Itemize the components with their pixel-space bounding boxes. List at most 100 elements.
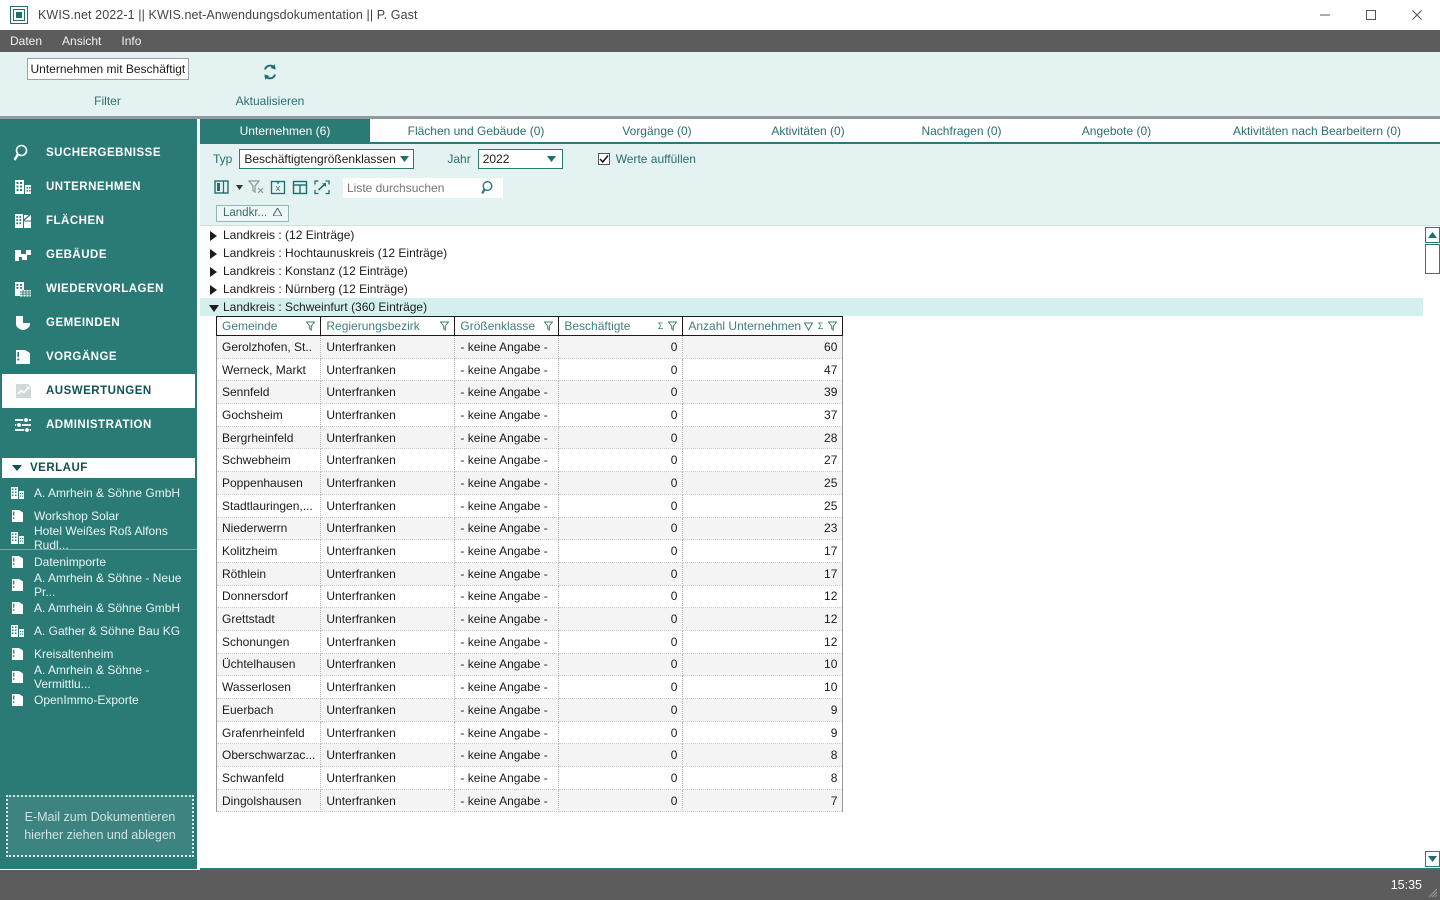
- sidebar-item-vorgaenge[interactable]: VORGÄNGE: [2, 340, 195, 374]
- table-row[interactable]: Euerbach Unterfranken - keine Angabe -09: [215, 698, 844, 722]
- group-row[interactable]: Landkreis : (12 Einträge): [200, 226, 1423, 244]
- sidebar-item-auswertungen[interactable]: AUSWERTUNGEN: [2, 374, 195, 408]
- column-header-beschaeftigte[interactable]: Beschäftigte Σ: [558, 316, 684, 336]
- building-icon: [10, 485, 26, 501]
- werte-auffuellen-checkbox[interactable]: Werte auffüllen: [597, 152, 696, 166]
- list-item[interactable]: OpenImmo-Exporte: [0, 688, 197, 711]
- table-row[interactable]: Schonungen Unterfranken - keine Angabe -01…: [215, 630, 844, 654]
- tab-unternehmen[interactable]: Unternehmen (6): [200, 119, 370, 142]
- resize-grip-icon[interactable]: [1426, 886, 1438, 898]
- table-row[interactable]: Donnersdorf Unterfranken - keine Angabe -0…: [215, 585, 844, 609]
- group-chip-landkreis[interactable]: Landkr...: [216, 204, 290, 222]
- tab-nachfragen[interactable]: Nachfragen (0): [884, 119, 1039, 142]
- filter-icon[interactable]: [544, 321, 554, 331]
- table-row[interactable]: Oberschwarzac... Unterfranken - keine Anga…: [215, 743, 844, 768]
- table-body: Gerolzhofen, St.. Unterfranken - keine Ang…: [215, 335, 844, 813]
- jahr-select[interactable]: 2022: [477, 148, 563, 169]
- sidebar-item-administration[interactable]: ADMINISTRATION: [2, 408, 195, 442]
- search-input[interactable]: [347, 180, 467, 195]
- email-dropzone[interactable]: E-Mail zum Dokumentieren hierher ziehen …: [6, 795, 194, 857]
- list-item[interactable]: Hotel Weißes Roß Alfons Rudl...: [0, 524, 197, 552]
- group-row[interactable]: Landkreis : Konstanz (12 Einträge): [200, 262, 1423, 280]
- group-row-expanded[interactable]: Landkreis : Schweinfurt (360 Einträge): [200, 298, 1423, 316]
- filter-icon[interactable]: [306, 321, 316, 331]
- folder-icon: [10, 508, 26, 524]
- table-row[interactable]: Werneck, Markt Unterfranken - keine Angabe…: [215, 358, 844, 382]
- table-row[interactable]: Bergrheinfeld Unterfranken - keine Angabe …: [215, 426, 844, 450]
- scrollbar-track[interactable]: [1424, 274, 1440, 869]
- table-row[interactable]: Sennfeld Unterfranken - keine Angabe -0 39: [215, 380, 844, 405]
- ribbon-group-refresh-label: Aktualisieren: [235, 94, 305, 108]
- search-input-wrapper[interactable]: [343, 177, 503, 199]
- cell-gemeinde: Wasserlosen: [215, 675, 322, 699]
- sum-icon[interactable]: Σ: [816, 321, 825, 331]
- menu-item-info[interactable]: Info: [119, 33, 143, 49]
- sort-desc-icon[interactable]: [804, 321, 814, 331]
- list-item[interactable]: A. Amrhein & Söhne - Neue Pr...: [0, 571, 197, 599]
- table-row[interactable]: Poppenhausen Unterfranken - keine Angabe -…: [215, 471, 844, 495]
- list-item[interactable]: A. Amrhein & Söhne - Vermittlu...: [0, 663, 197, 691]
- table-row[interactable]: Niederwerrn Unterfranken - keine Angabe -0…: [215, 517, 844, 541]
- table-row[interactable]: Stadtlauringen,... Unterfranken - keine An…: [215, 494, 844, 518]
- scroll-up-button[interactable]: [1424, 227, 1440, 243]
- cell-regierungsbezirk: Unterfranken: [320, 403, 456, 427]
- table-row[interactable]: Üchtelhausen Unterfranken - keine Angabe -…: [215, 653, 844, 677]
- table-row[interactable]: Gerolzhofen, St.. Unterfranken - keine Ang…: [215, 335, 844, 359]
- scrollbar-thumb[interactable]: [1424, 244, 1440, 274]
- table-row[interactable]: Wasserlosen Unterfranken - keine Angabe -0…: [215, 675, 844, 699]
- ribbon-group-refresh[interactable]: Aktualisieren: [215, 52, 325, 108]
- filter-icon[interactable]: [440, 321, 450, 331]
- list-item[interactable]: A. Amrhein & Söhne GmbH: [0, 596, 197, 619]
- column-header-anzahl-unternehmen[interactable]: Anzahl Unternehmen Σ: [682, 316, 844, 336]
- sum-icon[interactable]: Σ: [656, 321, 665, 331]
- table-row[interactable]: Gochsheim Unterfranken - keine Angabe -0 37: [215, 403, 844, 427]
- close-button[interactable]: [1394, 0, 1440, 30]
- tab-angebote[interactable]: Angebote (0): [1039, 119, 1194, 142]
- sidebar-item-gebaeude[interactable]: GEBÄUDE: [2, 238, 195, 272]
- sort-asc-icon[interactable]: [272, 206, 283, 219]
- column-header-gemeinde[interactable]: Gemeinde: [215, 316, 322, 336]
- report-icon[interactable]: [289, 177, 311, 199]
- minimize-button[interactable]: [1302, 0, 1348, 30]
- filter-icon[interactable]: [828, 321, 838, 331]
- table-row[interactable]: Grafenrheinfeld Unterfranken - keine Angab…: [215, 721, 844, 745]
- cell-beschaeftigte: 0: [558, 562, 684, 586]
- clear-filter-icon[interactable]: [245, 177, 267, 199]
- table-row[interactable]: Grettstadt Unterfranken - keine Angabe -01…: [215, 607, 844, 631]
- table-row[interactable]: Kolitzheim Unterfranken - keine Angabe -01…: [215, 539, 844, 563]
- menu-item-ansicht[interactable]: Ansicht: [60, 33, 103, 49]
- filter-icon[interactable]: [668, 321, 678, 331]
- expand-icon[interactable]: [311, 177, 333, 199]
- menu-item-daten[interactable]: Daten: [8, 33, 44, 49]
- sidebar-item-wiedervorlagen[interactable]: WIEDERVORLAGEN: [2, 272, 195, 306]
- excel-export-icon[interactable]: x: [267, 177, 289, 199]
- maximize-button[interactable]: [1348, 0, 1394, 30]
- sidebar-item-gemeinden[interactable]: GEMEINDEN: [2, 306, 195, 340]
- tab-aktivitaeten[interactable]: Aktivitäten (0): [732, 119, 884, 142]
- history-header[interactable]: VERLAUF: [2, 458, 195, 478]
- sidebar-item-flaechen[interactable]: FLÄCHEN: [2, 204, 195, 238]
- table-row[interactable]: Röthlein Unterfranken - keine Angabe -0 17: [215, 562, 844, 586]
- list-item[interactable]: A. Amrhein & Söhne GmbH: [0, 481, 197, 504]
- sidebar-item-suchergebnisse[interactable]: SUCHERGEBNISSE: [2, 136, 195, 170]
- chevron-down-icon[interactable]: [233, 177, 245, 199]
- column-header-regierungsbezirk[interactable]: Regierungsbezirk: [320, 316, 456, 336]
- typ-select[interactable]: Beschäftigtengrößenklassen: [239, 148, 415, 169]
- table-row[interactable]: Schwebheim Unterfranken - keine Angabe -02…: [215, 448, 844, 473]
- vertical-scrollbar[interactable]: [1423, 226, 1440, 869]
- group-row[interactable]: Landkreis : Nürnberg (12 Einträge): [200, 280, 1423, 298]
- magnifier-icon[interactable]: [481, 180, 497, 199]
- group-row[interactable]: Landkreis : Hochtaunuskreis (12 Einträge…: [200, 244, 1423, 262]
- filter-input[interactable]: [26, 58, 189, 80]
- table-row[interactable]: Dingolshausen Unterfranken - keine Angabe …: [215, 789, 844, 813]
- tab-vorgaenge[interactable]: Vorgänge (0): [582, 119, 732, 142]
- list-item[interactable]: A. Gather & Söhne Bau KG: [0, 619, 197, 642]
- scroll-down-button[interactable]: [1424, 851, 1440, 867]
- columns-icon[interactable]: [211, 177, 233, 199]
- tab-aktivitaeten-nach-bearbeitern[interactable]: Aktivitäten nach Bearbeitern (0): [1194, 119, 1440, 142]
- column-header-groessenklasse[interactable]: Größenklasse: [454, 316, 560, 336]
- refresh-icon[interactable]: [259, 60, 281, 84]
- table-row[interactable]: Schwanfeld Unterfranken - keine Angabe -08: [215, 766, 844, 790]
- sidebar-item-unternehmen[interactable]: UNTERNEHMEN: [2, 170, 195, 204]
- tab-flaechen-und-gebaeude[interactable]: Flächen und Gebäude (0): [370, 119, 582, 142]
